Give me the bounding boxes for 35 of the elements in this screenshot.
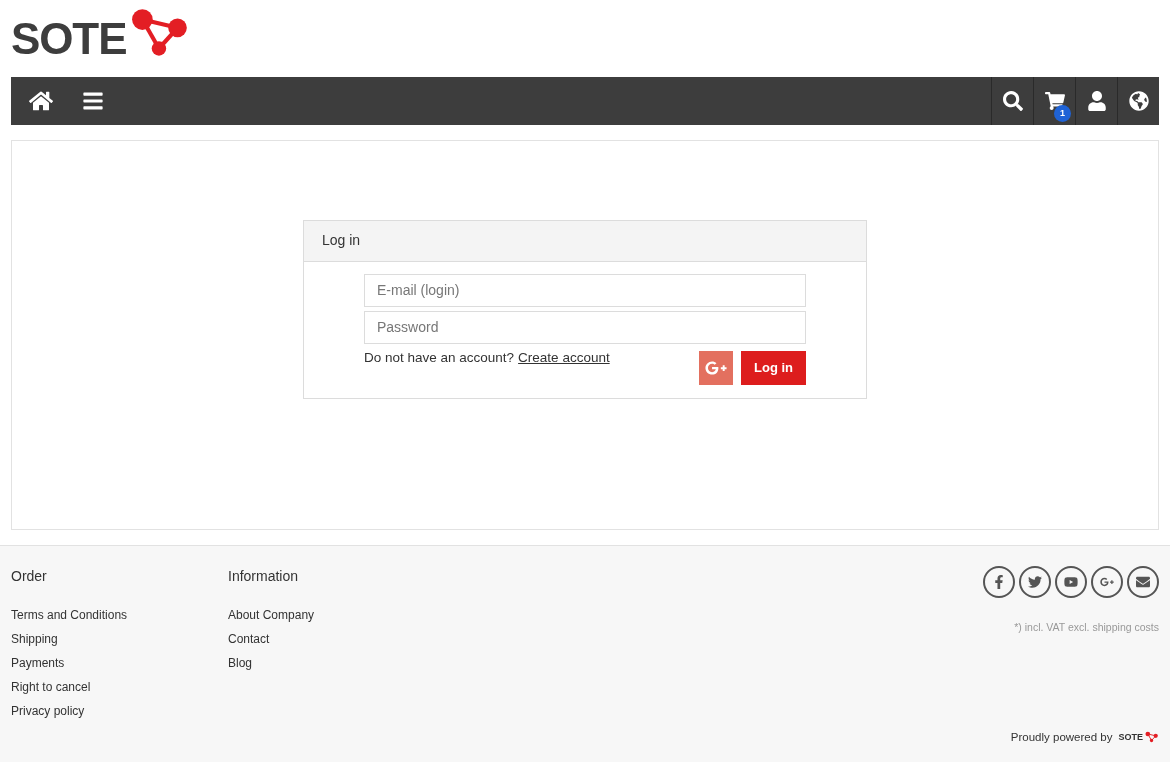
twitter-icon[interactable] <box>1019 566 1051 598</box>
footer-link[interactable]: Privacy policy <box>11 699 228 723</box>
footer-link[interactable]: Blog <box>228 651 445 675</box>
footer-link[interactable]: About Company <box>228 603 445 627</box>
facebook-icon[interactable] <box>983 566 1015 598</box>
footer-heading: Order <box>11 567 48 586</box>
logo-text[interactable]: SOTE <box>11 16 127 61</box>
email-field[interactable]: E-mail (login) <box>364 273 806 307</box>
footer-link[interactable]: Terms and Conditions <box>11 603 228 627</box>
login-panel-title: Log in <box>322 231 361 250</box>
google-plus-button[interactable] <box>699 350 733 385</box>
footer-link[interactable]: Contact <box>228 627 445 651</box>
youtube-icon[interactable] <box>1055 566 1087 598</box>
signup-prompt: Do not have an account? <box>364 348 515 367</box>
footer-logo-icon <box>1145 731 1159 744</box>
cart-count: 1 <box>1054 105 1071 122</box>
cart-icon <box>1044 91 1065 111</box>
cart-button[interactable]: 1 <box>1033 77 1075 125</box>
footer-link[interactable]: Right to cancel <box>11 675 228 699</box>
google-plus-icon[interactable] <box>1091 566 1123 598</box>
tax-note: *) incl. VAT excl. shipping costs <box>1014 620 1159 635</box>
login-button[interactable]: Log in <box>741 350 806 385</box>
user-icon <box>1086 91 1107 111</box>
powered-by-text: Proudly powered by <box>1010 729 1113 745</box>
footer-heading: Information <box>228 567 300 586</box>
search-icon <box>1002 91 1023 111</box>
create-account-link[interactable]: Create account <box>518 347 610 368</box>
home-icon <box>29 89 53 113</box>
footer-link[interactable]: Shipping <box>11 627 228 651</box>
menu-icon <box>82 90 104 112</box>
password-field[interactable]: Password <box>364 310 806 344</box>
globe-icon <box>1128 91 1149 111</box>
footer-logo-text[interactable]: SOTE <box>1118 730 1143 745</box>
envelope-icon[interactable] <box>1127 566 1159 598</box>
footer-link[interactable]: Payments <box>11 651 228 675</box>
